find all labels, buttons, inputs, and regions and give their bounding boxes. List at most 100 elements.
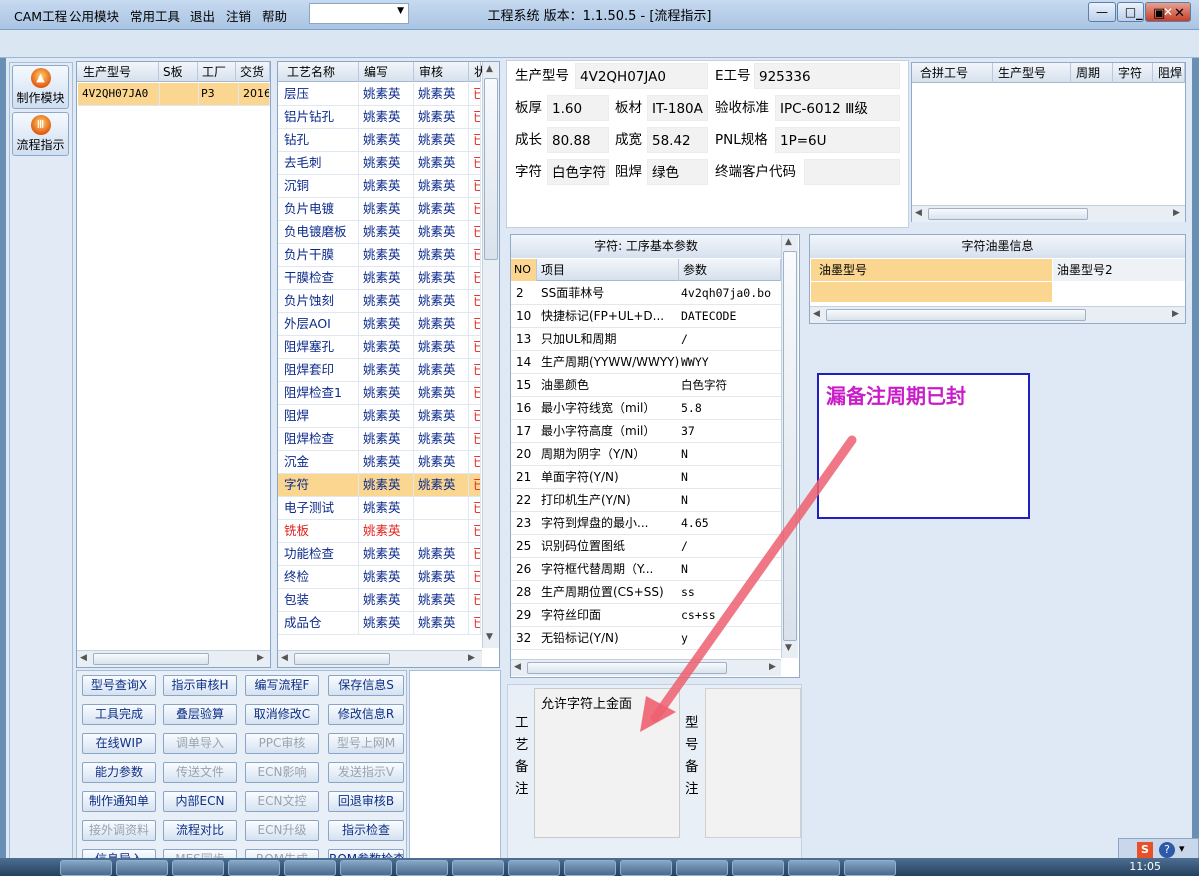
- taskbar-item[interactable]: [452, 860, 504, 876]
- taskbar-item[interactable]: [228, 860, 280, 876]
- action-button[interactable]: PPC审核: [245, 733, 319, 754]
- process-remark-input[interactable]: 允许字符上金面: [534, 688, 680, 838]
- process-row[interactable]: 层压姚素英姚素英已: [278, 83, 481, 106]
- param-row[interactable]: 32 无铅标记(Y/N) y: [511, 627, 781, 650]
- taskbar-item[interactable]: [284, 860, 336, 876]
- col-s-board[interactable]: S板: [160, 62, 198, 82]
- col-combine-no[interactable]: 合拼工号: [917, 63, 993, 83]
- action-button[interactable]: 发送指示V: [328, 762, 404, 783]
- action-button[interactable]: 在线WIP: [82, 733, 156, 754]
- action-button[interactable]: 指示检查: [328, 820, 404, 841]
- taskbar-item[interactable]: [564, 860, 616, 876]
- action-button[interactable]: 回退审核B: [328, 791, 404, 812]
- menu-cam[interactable]: CAM工程: [14, 6, 67, 25]
- taskbar-item[interactable]: [788, 860, 840, 876]
- help-icon[interactable]: ?: [1159, 842, 1175, 858]
- param-row[interactable]: 2 SS面菲林号 4v2qh07ja0.bo: [511, 282, 781, 305]
- action-button[interactable]: 内部ECN: [163, 791, 237, 812]
- process-row[interactable]: 钻孔姚素英姚素英已: [278, 129, 481, 152]
- col-value[interactable]: 参数: [680, 259, 781, 281]
- process-row[interactable]: 外层AOI姚素英姚素英已: [278, 313, 481, 336]
- scroll-thumb[interactable]: [783, 251, 797, 641]
- action-button[interactable]: ECN影响: [245, 762, 319, 783]
- process-row[interactable]: 负片电镀姚素英姚素英已: [278, 198, 481, 221]
- menu-logout[interactable]: 注销: [226, 6, 251, 25]
- action-button[interactable]: 调单导入: [163, 733, 237, 754]
- mdi-close-button[interactable]: ✕: [1174, 6, 1185, 21]
- action-button[interactable]: 流程对比: [163, 820, 237, 841]
- col-combine-char[interactable]: 字符: [1115, 63, 1153, 83]
- taskbar-item[interactable]: [508, 860, 560, 876]
- process-row[interactable]: 负电镀磨板姚素英姚素英已: [278, 221, 481, 244]
- process-vscroll[interactable]: ▲ ▼: [482, 62, 499, 648]
- process-row[interactable]: 负片蚀刻姚素英姚素英已: [278, 290, 481, 313]
- col-author[interactable]: 编写: [361, 62, 414, 82]
- process-row[interactable]: 阻焊塞孔姚素英姚素英已: [278, 336, 481, 359]
- param-row[interactable]: 25 识别码位置图纸 /: [511, 535, 781, 558]
- scroll-thumb[interactable]: [928, 208, 1088, 220]
- scroll-thumb[interactable]: [484, 78, 498, 260]
- menu-help[interactable]: 帮助: [262, 6, 287, 25]
- param-row[interactable]: 20 周期为阴字（Y/N） N: [511, 443, 781, 466]
- minimize-button[interactable]: —: [1088, 2, 1116, 22]
- param-row[interactable]: 13 只加UL和周期 /: [511, 328, 781, 351]
- scroll-thumb[interactable]: [826, 309, 1086, 321]
- col-no[interactable]: NO: [511, 259, 537, 281]
- action-button[interactable]: ECN升级: [245, 820, 319, 841]
- action-button[interactable]: 传送文件: [163, 762, 237, 783]
- menu-public-modules[interactable]: 公用模块: [69, 6, 119, 25]
- taskbar-item[interactable]: [676, 860, 728, 876]
- action-button[interactable]: 能力参数: [82, 762, 156, 783]
- process-row[interactable]: 字符姚素英姚素英已: [278, 474, 481, 497]
- scroll-thumb[interactable]: [93, 653, 209, 665]
- param-row[interactable]: 14 生产周期(YYWW/WWYY) WWYY: [511, 351, 781, 374]
- col-model[interactable]: 生产型号: [80, 62, 159, 82]
- model-remark-input[interactable]: [705, 688, 801, 838]
- param-row[interactable]: 10 快捷标记(FP+UL+D... DATECODE: [511, 305, 781, 328]
- taskbar-item[interactable]: [172, 860, 224, 876]
- params-hscroll[interactable]: ◀ ▶: [511, 659, 781, 676]
- job-row[interactable]: 4V2QH07JA0 P3 2016: [78, 83, 270, 106]
- process-row[interactable]: 阻焊姚素英姚素英已: [278, 405, 481, 428]
- combine-hscroll[interactable]: ◀ ▶: [912, 205, 1185, 222]
- col-process-name[interactable]: 工艺名称: [284, 62, 359, 82]
- action-button[interactable]: 指示审核H: [163, 675, 237, 696]
- nav-make-module[interactable]: ▲ 制作模块: [12, 65, 69, 109]
- col-combine-model[interactable]: 生产型号: [995, 63, 1071, 83]
- mdi-restore-button[interactable]: ▣: [1153, 6, 1165, 21]
- col-delivery[interactable]: 交货: [237, 62, 270, 82]
- params-vscroll[interactable]: ▲ ▼: [781, 235, 798, 658]
- taskbar-item[interactable]: [620, 860, 672, 876]
- action-button[interactable]: 型号查询X: [82, 675, 156, 696]
- param-row[interactable]: 23 字符到焊盘的最小... 4.65: [511, 512, 781, 535]
- process-row[interactable]: 沉金姚素英姚素英已: [278, 451, 481, 474]
- menu-combo[interactable]: ▼: [309, 3, 409, 24]
- col-factory[interactable]: 工厂: [199, 62, 236, 82]
- sogou-icon[interactable]: S: [1137, 842, 1153, 858]
- param-row[interactable]: 29 字符丝印面 cs+ss: [511, 604, 781, 627]
- process-row[interactable]: 干膜检查姚素英姚素英已: [278, 267, 481, 290]
- col-ink-model[interactable]: 油墨型号: [811, 259, 1052, 281]
- ink-hscroll[interactable]: ◀ ▶: [810, 306, 1185, 323]
- col-status[interactable]: 状: [471, 62, 486, 82]
- process-row[interactable]: 铝片钻孔姚素英姚素英已: [278, 106, 481, 129]
- taskbar-item[interactable]: [732, 860, 784, 876]
- action-button[interactable]: 制作通知单: [82, 791, 156, 812]
- process-row[interactable]: 沉铜姚素英姚素英已: [278, 175, 481, 198]
- job-list-hscroll[interactable]: ◀ ▶: [77, 650, 270, 667]
- action-button[interactable]: 工具完成: [82, 704, 156, 725]
- process-row[interactable]: 阻焊检查1姚素英姚素英已: [278, 382, 481, 405]
- process-row[interactable]: 阻焊检查姚素英姚素英已: [278, 428, 481, 451]
- taskbar-item[interactable]: [60, 860, 112, 876]
- action-button[interactable]: 保存信息S: [328, 675, 404, 696]
- action-button[interactable]: 修改信息R: [328, 704, 404, 725]
- process-row[interactable]: 功能检查姚素英姚素英已: [278, 543, 481, 566]
- action-button[interactable]: 编写流程F: [245, 675, 319, 696]
- chevron-down-icon[interactable]: ▾: [1179, 842, 1185, 855]
- action-button[interactable]: 型号上网M: [328, 733, 404, 754]
- param-row[interactable]: 17 最小字符高度（mil） 37: [511, 420, 781, 443]
- col-ink-model2[interactable]: 油墨型号2: [1053, 259, 1185, 281]
- param-row[interactable]: 15 油墨颜色 白色字符: [511, 374, 781, 397]
- process-row[interactable]: 阻焊套印姚素英姚素英已: [278, 359, 481, 382]
- col-combine-period[interactable]: 周期: [1073, 63, 1113, 83]
